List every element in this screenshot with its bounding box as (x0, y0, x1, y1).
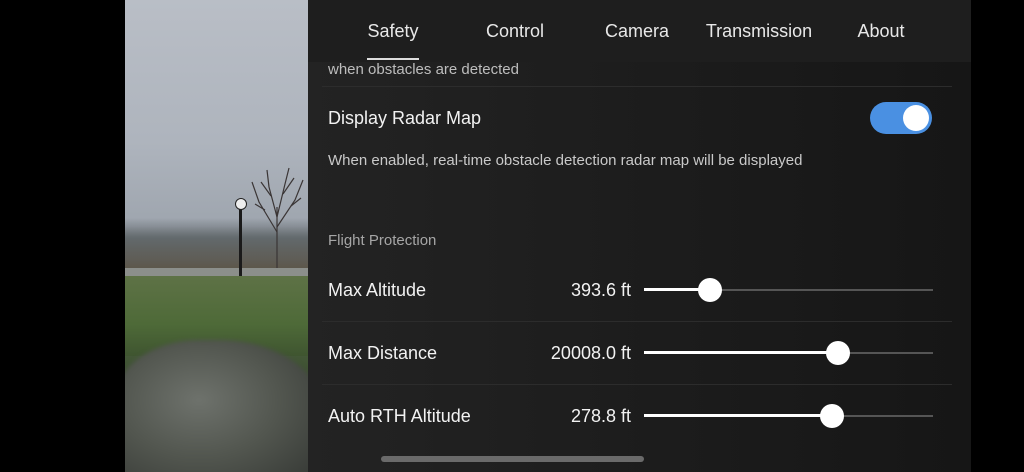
auto-rth-altitude-label: Auto RTH Altitude (328, 406, 471, 426)
lamp-head (235, 198, 247, 210)
slider-thumb[interactable] (825, 341, 850, 365)
obstacle-note: when obstacles are detected (328, 61, 519, 78)
divider (322, 86, 952, 87)
settings-tabbar: Safety Control Camera Transmission About (308, 0, 971, 62)
radar-map-toggle[interactable] (870, 102, 932, 134)
screen-edge (971, 0, 1024, 472)
toggle-knob (903, 105, 929, 131)
tab-safety[interactable]: Safety (332, 0, 454, 62)
max-distance-value: 20008.0 ft (550, 343, 631, 363)
tab-camera[interactable]: Camera (576, 0, 698, 62)
slider-fill (644, 414, 832, 417)
max-altitude-slider[interactable] (644, 276, 933, 304)
radar-map-title: Display Radar Map (328, 108, 482, 128)
tab-control[interactable]: Control (454, 0, 576, 62)
divider (322, 384, 952, 385)
radar-map-description: When enabled, real-time obstacle detecti… (328, 152, 803, 169)
foreground-rock (125, 340, 308, 472)
flight-protection-label: Flight Protection (328, 232, 437, 249)
auto-rth-altitude-value: 278.8 ft (570, 406, 631, 426)
tab-about[interactable]: About (820, 0, 942, 62)
max-distance-label: Max Distance (328, 343, 438, 363)
divider (322, 321, 952, 322)
camera-live-view (125, 0, 308, 472)
settings-panel: Safety Control Camera Transmission About… (308, 0, 971, 472)
max-distance-slider[interactable] (644, 339, 933, 367)
slider-fill (644, 351, 838, 354)
slider-thumb[interactable] (698, 278, 723, 302)
home-indicator[interactable] (381, 456, 644, 462)
bare-tree-graphic (251, 167, 304, 272)
max-altitude-value: 393.6 ft (570, 280, 631, 300)
max-altitude-label: Max Altitude (328, 280, 427, 300)
lamp-post (239, 204, 242, 276)
tab-transmission[interactable]: Transmission (698, 0, 820, 62)
auto-rth-altitude-slider[interactable] (644, 402, 933, 430)
walkway (125, 268, 308, 276)
slider-thumb[interactable] (819, 404, 844, 428)
